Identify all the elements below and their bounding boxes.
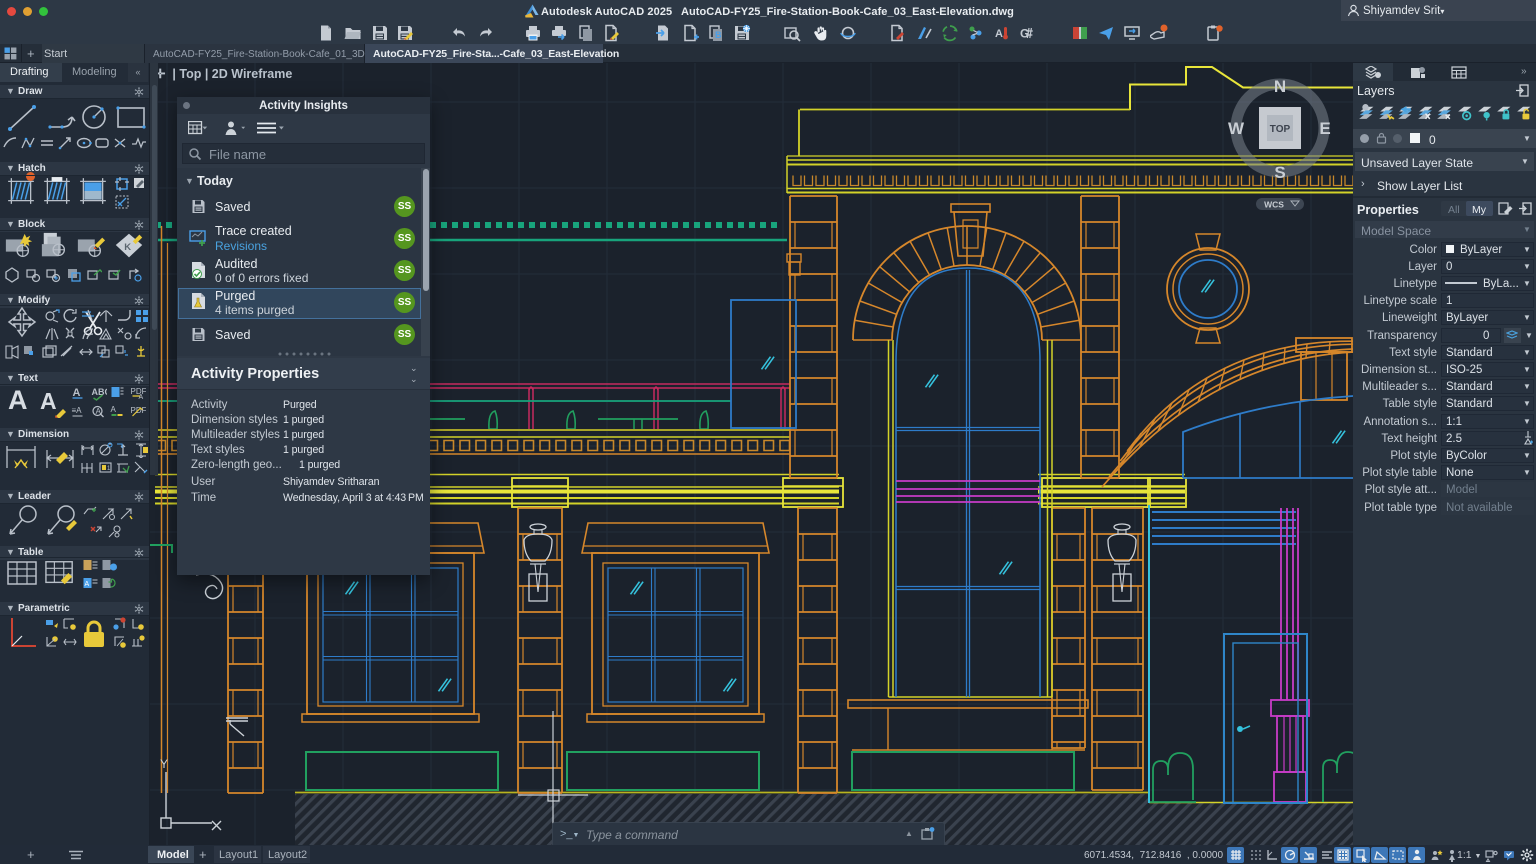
svg-text:B: B <box>715 30 722 40</box>
svg-text:S: S <box>1274 163 1285 182</box>
svg-text:N: N <box>1274 77 1286 96</box>
svg-text:WCS: WCS <box>1264 200 1284 210</box>
svg-text:A: A <box>85 581 90 588</box>
svg-text:E: E <box>1319 119 1330 138</box>
svg-text:A: A <box>73 387 81 399</box>
svg-text:Y: Y <box>160 757 168 771</box>
svg-text:≡A: ≡A <box>72 406 83 415</box>
svg-text:1: 1 <box>107 466 111 472</box>
svg-text:ABC: ABC <box>91 387 107 397</box>
svg-text:W: W <box>1228 119 1245 138</box>
svg-text:A: A <box>111 405 117 414</box>
svg-text:A: A <box>138 394 143 401</box>
svg-text:A: A <box>995 28 1003 40</box>
svg-text:K: K <box>124 242 131 253</box>
svg-text:TOP: TOP <box>1270 124 1291 135</box>
